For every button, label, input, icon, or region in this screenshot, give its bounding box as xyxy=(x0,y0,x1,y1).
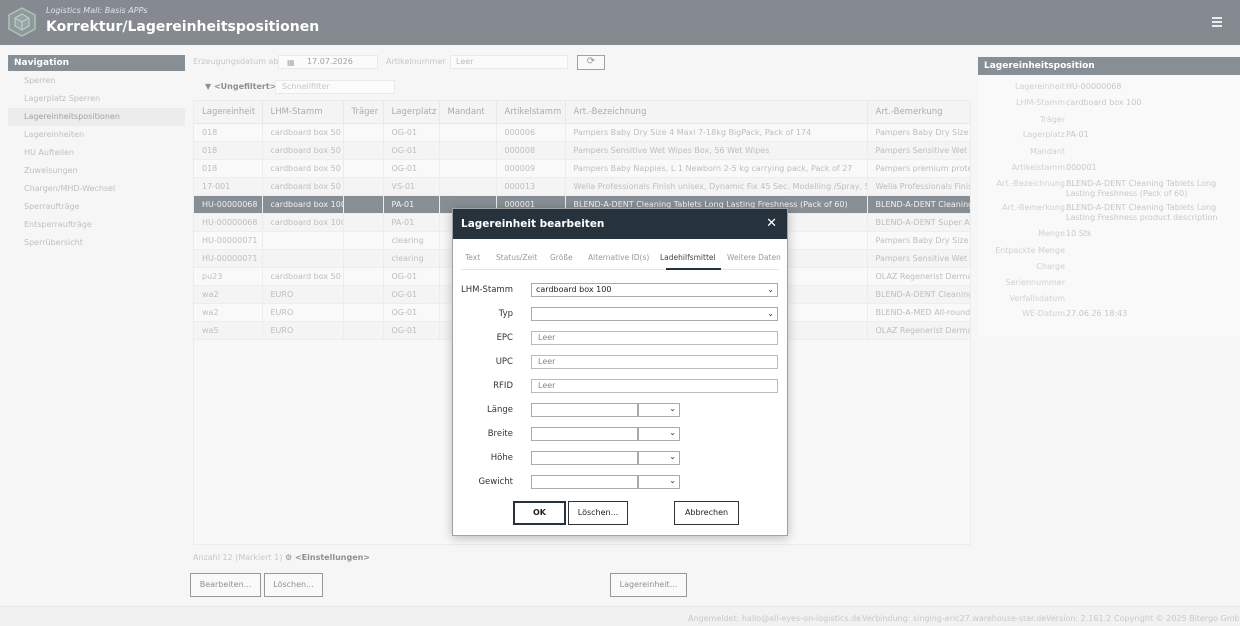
hoehe-row: Höhe ⌄ xyxy=(453,451,787,466)
laenge-unit-select[interactable]: ⌄ xyxy=(638,403,680,417)
tab-text[interactable]: Text xyxy=(465,253,480,262)
rfid-input[interactable]: Leer xyxy=(531,379,778,393)
laenge-label: Länge xyxy=(487,405,513,415)
hoehe-unit-select[interactable]: ⌄ xyxy=(638,451,680,465)
cancel-button[interactable]: Abbrechen xyxy=(674,501,739,525)
gewicht-input[interactable] xyxy=(531,475,638,489)
chevron-down-icon: ⌄ xyxy=(669,428,676,437)
chevron-down-icon: ⌄ xyxy=(669,452,676,461)
gewicht-label: Gewicht xyxy=(478,477,513,487)
typ-select[interactable]: ⌄ xyxy=(531,307,778,321)
tab-groesse[interactable]: Größe xyxy=(550,253,573,262)
laenge-row: Länge ⌄ xyxy=(453,403,787,418)
tab-weitere-daten[interactable]: Weitere Daten xyxy=(727,253,781,262)
delete-dialog-button[interactable]: Löschen... xyxy=(568,501,628,525)
epc-label: EPC xyxy=(496,333,513,343)
chevron-down-icon: ⌄ xyxy=(669,476,676,485)
gewicht-unit-select[interactable]: ⌄ xyxy=(638,475,680,489)
lhm-label: LHM-Stamm xyxy=(460,285,513,295)
dialog-tabs: Text Status/Zeit Größe Alternative ID(s)… xyxy=(461,250,781,270)
rfid-row: RFID Leer xyxy=(453,379,787,394)
lhm-select[interactable]: cardboard box 100 ⌄ xyxy=(531,283,778,297)
lhm-value: cardboard box 100 xyxy=(536,285,612,294)
chevron-down-icon: ⌄ xyxy=(767,285,774,294)
chevron-down-icon: ⌄ xyxy=(669,404,676,413)
active-tab-indicator xyxy=(666,268,721,270)
ok-button[interactable]: OK xyxy=(513,501,566,525)
chevron-down-icon: ⌄ xyxy=(767,309,774,318)
edit-storage-unit-dialog: Lagereinheit bearbeiten ✕ Text Status/Ze… xyxy=(452,208,788,536)
upc-input[interactable]: Leer xyxy=(531,355,778,369)
epc-row: EPC Leer xyxy=(453,331,787,346)
gewicht-row: Gewicht ⌄ xyxy=(453,475,787,490)
lhm-row: LHM-Stamm cardboard box 100 ⌄ xyxy=(453,283,787,298)
dialog-title: Lagereinheit bearbeiten xyxy=(461,218,605,230)
tab-ladehilfsmittel[interactable]: Ladehilfsmittel xyxy=(660,253,716,262)
typ-label: Typ xyxy=(498,309,513,319)
breite-row: Breite ⌄ xyxy=(453,427,787,442)
dialog-header: Lagereinheit bearbeiten ✕ xyxy=(453,209,787,239)
hoehe-label: Höhe xyxy=(490,453,513,463)
breite-label: Breite xyxy=(487,429,513,439)
rfid-label: RFID xyxy=(493,381,513,391)
tab-alternative-ids[interactable]: Alternative ID(s) xyxy=(588,253,649,262)
hoehe-input[interactable] xyxy=(531,451,638,465)
upc-row: UPC Leer xyxy=(453,355,787,370)
breite-input[interactable] xyxy=(531,427,638,441)
tab-status-zeit[interactable]: Status/Zeit xyxy=(496,253,537,262)
breite-unit-select[interactable]: ⌄ xyxy=(638,427,680,441)
typ-row: Typ ⌄ xyxy=(453,307,787,322)
laenge-input[interactable] xyxy=(531,403,638,417)
close-icon[interactable]: ✕ xyxy=(766,217,777,230)
epc-input[interactable]: Leer xyxy=(531,331,778,345)
upc-label: UPC xyxy=(495,357,513,367)
